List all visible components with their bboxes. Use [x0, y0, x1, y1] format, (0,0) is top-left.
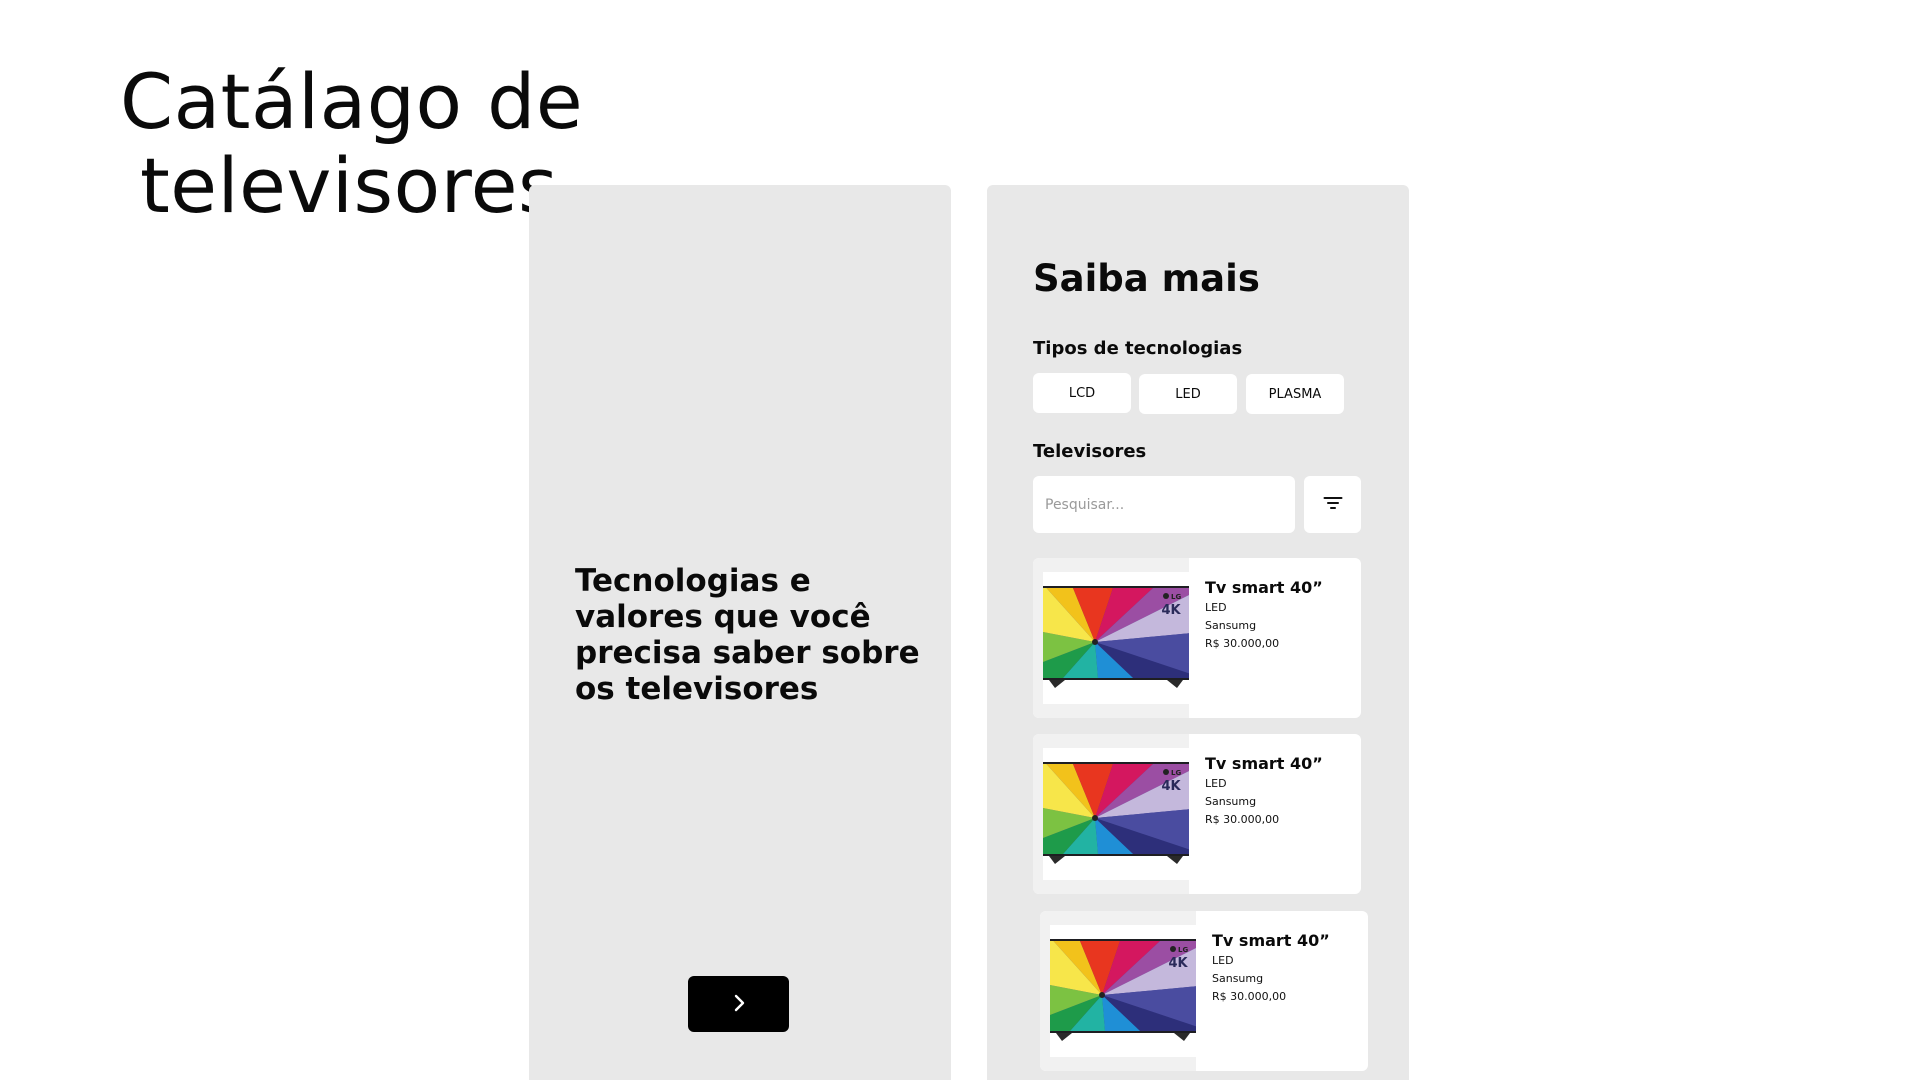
intro-screen: Tecnologias e valores que você precisa s… — [529, 185, 951, 1080]
technologies-label: Tipos de tecnologias — [1033, 338, 1243, 359]
product-price: R$ 30.000,00 — [1212, 990, 1287, 1003]
product-price: R$ 30.000,00 — [1205, 813, 1280, 826]
page-title-line-1: Catálago de — [120, 57, 584, 146]
product-card[interactable]: Tv smart 40” LED Sansumg R$ 30.000,00 — [1040, 911, 1368, 1071]
product-technology: LED — [1212, 954, 1234, 967]
product-brand: Sansumg — [1212, 972, 1264, 985]
chevron-right-icon — [729, 993, 749, 1016]
product-price: R$ 30.000,00 — [1205, 637, 1280, 650]
product-name: Tv smart 40” — [1205, 754, 1323, 773]
search-input[interactable] — [1033, 476, 1295, 533]
intro-heading: Tecnologias e valores que você precisa s… — [575, 563, 920, 707]
product-name: Tv smart 40” — [1205, 578, 1323, 597]
product-card[interactable]: Tv smart 40” LED Sansumg R$ 30.000,00 — [1033, 734, 1361, 894]
televisions-label: Televisores — [1033, 441, 1147, 462]
next-button[interactable] — [688, 976, 789, 1032]
product-image — [1040, 911, 1196, 1071]
product-brand: Sansumg — [1205, 795, 1257, 808]
technology-chip-lcd[interactable]: LCD — [1033, 373, 1131, 413]
filter-button[interactable] — [1304, 476, 1361, 533]
product-image — [1033, 558, 1189, 718]
product-card[interactable]: Tv smart 40” LED Sansumg R$ 30.000,00 — [1033, 558, 1361, 718]
detail-title: Saiba mais — [1033, 257, 1260, 300]
product-image — [1033, 734, 1189, 894]
detail-screen: Saiba mais Tipos de tecnologias LCD LED … — [987, 185, 1409, 1080]
technology-chip-led[interactable]: LED — [1139, 374, 1237, 414]
product-technology: LED — [1205, 777, 1227, 790]
product-technology: LED — [1205, 601, 1227, 614]
page-title-line-2: televisores — [140, 141, 559, 230]
page-title: Catálago de televisores — [120, 60, 583, 228]
product-name: Tv smart 40” — [1212, 931, 1330, 950]
filter-icon — [1323, 495, 1343, 514]
product-brand: Sansumg — [1205, 619, 1257, 632]
technology-chip-plasma[interactable]: PLASMA — [1246, 374, 1344, 414]
